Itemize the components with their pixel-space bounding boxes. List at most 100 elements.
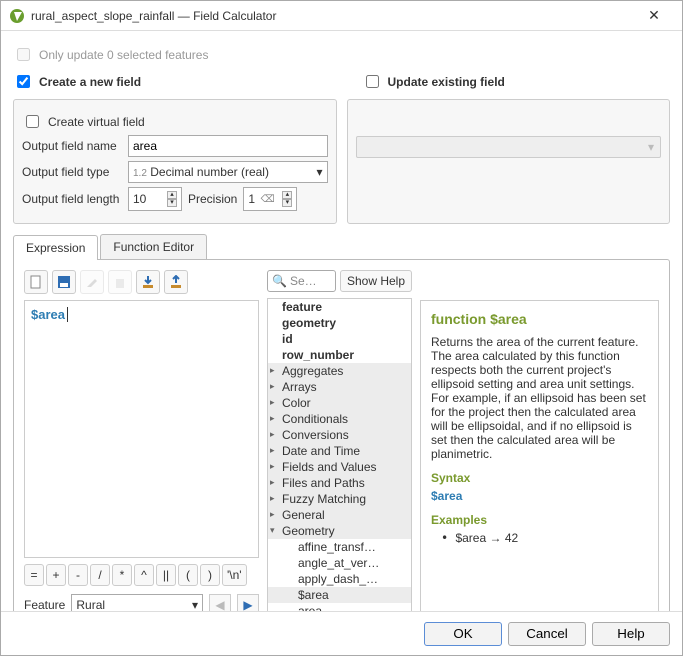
operator-button[interactable]: = [24, 564, 44, 586]
help-title: function $area [431, 311, 648, 327]
clear-icon[interactable]: ⌫ [261, 194, 275, 205]
tree-group[interactable]: ▸Conditionals [268, 411, 411, 427]
chevron-right-icon: ▸ [270, 397, 275, 408]
create-new-label: Create a new field [39, 75, 141, 89]
operator-button[interactable]: ( [178, 564, 198, 586]
chevron-right-icon: ▸ [270, 365, 275, 376]
tree-group[interactable]: ▸Aggregates [268, 363, 411, 379]
chevron-down-icon: ▾ [270, 525, 275, 536]
tree-function[interactable]: area [268, 603, 411, 611]
update-existing-row[interactable]: Update existing field [362, 72, 671, 91]
chevron-right-icon: ▸ [270, 477, 275, 488]
tree-item[interactable]: geometry [268, 315, 411, 331]
only-update-checkbox [17, 48, 30, 61]
help-panel: function $area Returns the area of the c… [420, 300, 659, 611]
export-icon[interactable] [164, 270, 188, 294]
tree-group[interactable]: ▸Fields and Values [268, 459, 411, 475]
help-examples-label: Examples [431, 513, 648, 527]
operator-button[interactable]: / [90, 564, 110, 586]
chevron-right-icon: ▸ [270, 381, 275, 392]
import-icon[interactable] [136, 270, 160, 294]
feature-select[interactable]: Rural ▾ [71, 594, 203, 611]
tree-group[interactable]: ▾Geometry [268, 523, 411, 539]
output-length-label: Output field length [22, 192, 122, 206]
tree-item[interactable]: row_number [268, 347, 411, 363]
tree-function[interactable]: $area [268, 587, 411, 603]
tree-group[interactable]: ▸Arrays [268, 379, 411, 395]
help-example: • $area → 42 [441, 531, 648, 545]
operator-button[interactable]: '\n' [222, 564, 247, 586]
chevron-right-icon: ▸ [270, 509, 275, 520]
feature-label: Feature [24, 598, 65, 611]
chevron-down-icon: ▾ [316, 165, 322, 179]
spin-up-icon[interactable]: ▴ [167, 191, 177, 199]
tab-function-editor[interactable]: Function Editor [100, 234, 207, 259]
help-syntax-label: Syntax [431, 471, 648, 485]
save-icon[interactable] [52, 270, 76, 294]
prev-feature-button[interactable]: ◀ [209, 594, 231, 611]
tree-group[interactable]: ▸Files and Paths [268, 475, 411, 491]
tab-expression[interactable]: Expression [13, 235, 98, 260]
tree-function[interactable]: angle_at_ver… [268, 555, 411, 571]
tree-group[interactable]: ▸Conversions [268, 427, 411, 443]
update-field-panel: ▾ [347, 99, 671, 224]
precision-spin[interactable]: 1 ⌫ ▴▾ [243, 187, 297, 211]
tree-function[interactable]: apply_dash_… [268, 571, 411, 587]
create-virtual-label: Create virtual field [48, 115, 145, 129]
dialog-buttons: OK Cancel Help [1, 611, 682, 655]
only-update-row: Only update 0 selected features [13, 45, 670, 64]
new-field-panel: Create virtual field Output field name O… [13, 99, 337, 224]
operator-button[interactable]: * [112, 564, 132, 586]
spin-up-icon[interactable]: ▴ [282, 191, 292, 199]
chevron-right-icon: ▸ [270, 493, 275, 504]
create-new-checkbox[interactable] [17, 75, 30, 88]
spin-down-icon[interactable]: ▾ [167, 199, 177, 207]
chevron-down-icon: ▾ [192, 598, 198, 611]
create-virtual-checkbox[interactable] [26, 115, 39, 128]
field-calculator-window: rural_aspect_slope_rainfall — Field Calc… [0, 0, 683, 656]
tree-function[interactable]: affine_transf… [268, 539, 411, 555]
new-file-icon[interactable] [24, 270, 48, 294]
tree-item[interactable]: id [268, 331, 411, 347]
function-search-input[interactable]: 🔍 Se… [267, 270, 336, 292]
chevron-right-icon: ▸ [270, 445, 275, 456]
output-type-label: Output field type [22, 165, 122, 179]
next-feature-button[interactable]: ▶ [237, 594, 259, 611]
expression-editor[interactable]: $area [24, 300, 259, 558]
tree-item[interactable]: feature [268, 299, 411, 315]
chevron-right-icon: ▸ [270, 429, 275, 440]
search-icon: 🔍 [272, 274, 287, 288]
operator-row: =+-/*^||()'\n' [24, 564, 259, 586]
chevron-right-icon: ▸ [270, 413, 275, 424]
app-logo-icon [9, 8, 25, 24]
update-existing-label: Update existing field [388, 75, 505, 89]
close-icon[interactable]: ✕ [634, 7, 674, 24]
tree-group[interactable]: ▸Fuzzy Matching [268, 491, 411, 507]
update-existing-checkbox[interactable] [366, 75, 379, 88]
tree-group[interactable]: ▸Date and Time [268, 443, 411, 459]
operator-button[interactable]: + [46, 564, 66, 586]
cancel-button[interactable]: Cancel [508, 622, 586, 646]
delete-icon [108, 270, 132, 294]
precision-label: Precision [188, 192, 237, 206]
function-tree[interactable]: featuregeometryidrow_number▸Aggregates▸A… [267, 298, 412, 611]
operator-button[interactable]: ^ [134, 564, 154, 586]
help-button[interactable]: Help [592, 622, 670, 646]
ok-button[interactable]: OK [424, 622, 502, 646]
create-virtual-row[interactable]: Create virtual field [22, 112, 328, 131]
operator-button[interactable]: - [68, 564, 88, 586]
help-syntax-value: $area [431, 489, 648, 503]
output-name-label: Output field name [22, 139, 122, 153]
operator-button[interactable]: ) [200, 564, 220, 586]
spin-down-icon[interactable]: ▾ [282, 199, 292, 207]
only-update-label: Only update 0 selected features [39, 48, 208, 62]
output-name-input[interactable] [128, 135, 328, 157]
chevron-right-icon: ▸ [270, 461, 275, 472]
operator-button[interactable]: || [156, 564, 176, 586]
show-help-button[interactable]: Show Help [340, 270, 412, 292]
output-length-spin[interactable]: 10 ▴▾ [128, 187, 182, 211]
tree-group[interactable]: ▸General [268, 507, 411, 523]
tree-group[interactable]: ▸Color [268, 395, 411, 411]
create-new-row[interactable]: Create a new field [13, 72, 322, 91]
output-type-select[interactable]: 1.2 Decimal number (real) ▾ [128, 161, 328, 183]
